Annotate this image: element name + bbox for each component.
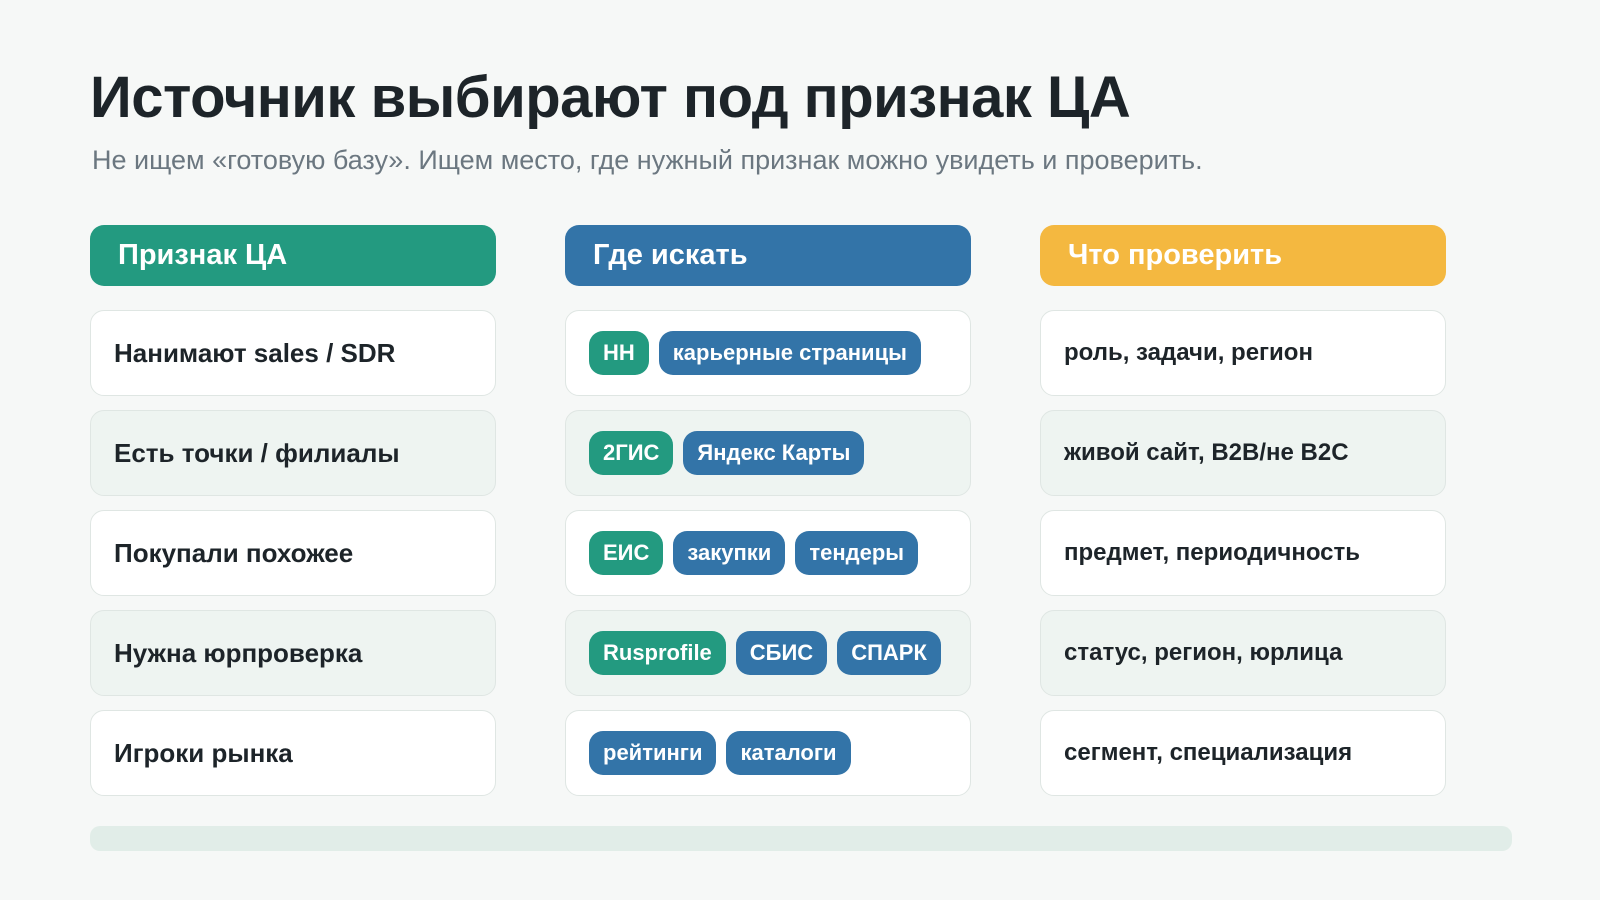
source-chip: каталоги bbox=[726, 731, 851, 775]
trait-label: Нужна юрпроверка bbox=[114, 637, 363, 668]
check-card: сегмент, специализация bbox=[1040, 710, 1446, 796]
source-card: HH карьерные страницы bbox=[565, 310, 971, 396]
source-card: 2ГИС Яндекс Карты bbox=[565, 410, 971, 496]
source-chip: HH bbox=[589, 331, 649, 375]
trait-label: Покупали похожее bbox=[114, 537, 354, 568]
trait-label: Нанимают sales / SDR bbox=[114, 337, 396, 368]
source-card: Rusprofile СБИС СПАРК bbox=[565, 610, 971, 696]
footer-bar bbox=[90, 826, 1512, 851]
trait-column-header: Признак ЦА bbox=[90, 225, 496, 286]
check-card: статус, регион, юрлица bbox=[1040, 610, 1446, 696]
source-chip: ЕИС bbox=[589, 531, 664, 575]
check-card: роль, задачи, регион bbox=[1040, 310, 1446, 396]
source-chip: Rusprofile bbox=[589, 631, 726, 675]
source-chip-group: ЕИС закупки тендеры bbox=[589, 531, 919, 575]
source-chip-group: Rusprofile СБИС СПАРК bbox=[589, 631, 941, 675]
check-card: живой сайт, B2B/не B2C bbox=[1040, 410, 1446, 496]
trait-card: Игроки рынка bbox=[90, 710, 496, 796]
source-chip: Яндекс Карты bbox=[683, 431, 865, 475]
trait-label: Игроки рынка bbox=[114, 737, 293, 768]
source-chip-group: рейтинги каталоги bbox=[589, 731, 851, 775]
check-label: предмет, периодичность bbox=[1064, 539, 1361, 566]
source-chip: рейтинги bbox=[589, 731, 717, 775]
trait-card: Нужна юрпроверка bbox=[90, 610, 496, 696]
where-column-header: Где искать bbox=[565, 225, 971, 286]
source-chip-group: HH карьерные страницы bbox=[589, 331, 921, 375]
source-chip: СПАРК bbox=[837, 631, 941, 675]
source-chip-group: 2ГИС Яндекс Карты bbox=[589, 431, 865, 475]
check-label: роль, задачи, регион bbox=[1064, 339, 1313, 366]
source-chip: тендеры bbox=[795, 531, 919, 575]
source-chip: закупки bbox=[673, 531, 786, 575]
check-card: предмет, периодичность bbox=[1040, 510, 1446, 596]
source-card: рейтинги каталоги bbox=[565, 710, 971, 796]
trait-card: Есть точки / филиалы bbox=[90, 410, 496, 496]
source-chip: СБИС bbox=[735, 631, 828, 675]
check-label: живой сайт, B2B/не B2C bbox=[1064, 439, 1349, 466]
trait-column: Признак ЦА Нанимают sales / SDR Есть точ… bbox=[90, 225, 496, 810]
check-label: статус, регион, юрлица bbox=[1064, 639, 1343, 666]
source-chip: 2ГИС bbox=[589, 431, 674, 475]
trait-label: Есть точки / филиалы bbox=[114, 437, 400, 468]
page-title: Источник выбирают под признак ЦА bbox=[90, 65, 1131, 130]
page-subtitle: Не ищем «готовую базу». Ищем место, где … bbox=[92, 145, 1203, 175]
where-column: Где искать HH карьерные страницы 2ГИС Ян… bbox=[565, 225, 971, 810]
source-chip: карьерные страницы bbox=[658, 331, 921, 375]
check-column-header: Что проверить bbox=[1040, 225, 1446, 286]
check-label: сегмент, специализация bbox=[1064, 739, 1353, 766]
source-card: ЕИС закупки тендеры bbox=[565, 510, 971, 596]
check-column: Что проверить роль, задачи, регион живой… bbox=[1040, 225, 1446, 810]
trait-card: Нанимают sales / SDR bbox=[90, 310, 496, 396]
trait-card: Покупали похожее bbox=[90, 510, 496, 596]
